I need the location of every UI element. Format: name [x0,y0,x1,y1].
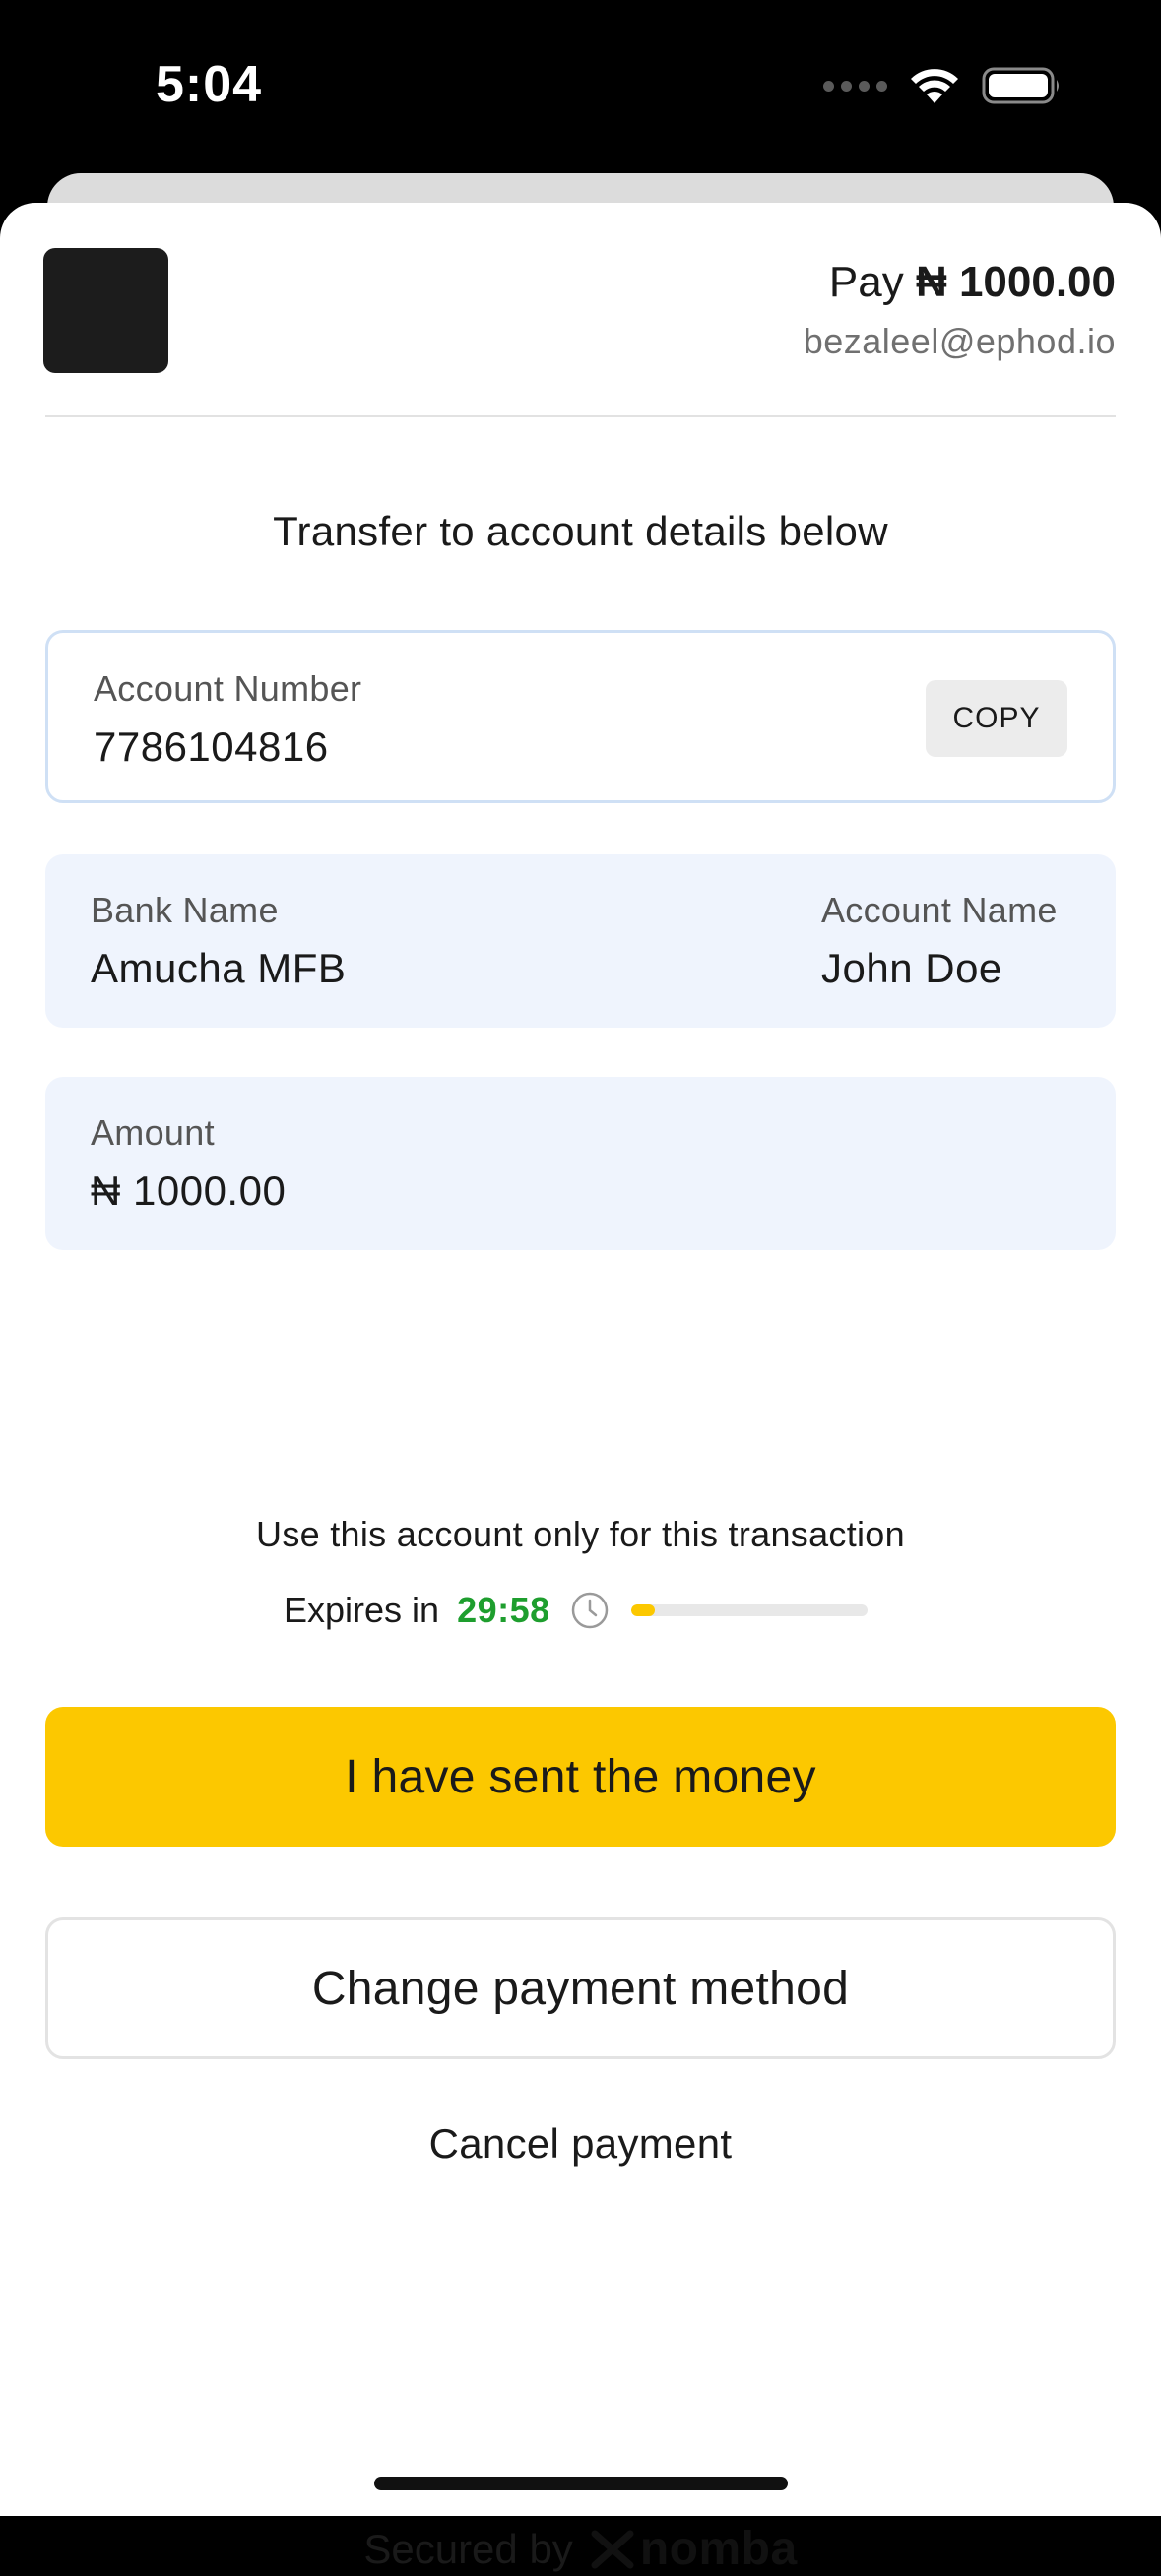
payment-sheet: Pay ₦ 1000.00 bezaleel@ephod.io Transfer… [0,203,1161,2575]
expiry-progress-bar [630,1604,868,1616]
bank-name-label: Bank Name [91,890,279,930]
amount-value: ₦ 1000.00 [91,1167,287,1214]
transfer-instruction: Transfer to account details below [273,508,888,554]
bank-name-value: Amucha MFB [91,945,347,991]
secured-by-text: Secured by [363,2525,573,2572]
secured-by-footer: Secured by nomba [0,2522,1161,2576]
clock-icon [571,1592,608,1629]
customer-email: bezaleel@ephod.io [803,321,1116,361]
account-name-value: John Doe [821,945,1002,991]
cancel-payment-button[interactable]: Cancel payment [0,2120,1161,2168]
account-number-card: Account Number 7786104816 COPY [45,630,1116,803]
status-bar: 5:04 [0,0,1161,175]
amount-label: Amount [91,1112,215,1153]
nomba-logo-icon [591,2530,634,2568]
expiry-countdown: 29:58 [457,1590,550,1630]
change-payment-method-button[interactable]: Change payment method [45,1917,1116,2059]
amount-block: Amount ₦ 1000.00 [91,1112,286,1215]
expiry-label: Expires in [284,1590,440,1630]
amount-card: Amount ₦ 1000.00 [45,1077,1116,1250]
account-name-label: Account Name [821,890,1058,930]
expiry-row: Expires in 29:58 [284,1585,868,1636]
pay-amount: ₦ 1000.00 [915,258,1116,306]
status-icons [823,63,1063,108]
status-time: 5:04 [156,56,263,113]
expiry-progress-fill [630,1604,655,1616]
signal-dots-icon [823,80,887,92]
bank-name-block: Bank Name Amucha MFB [91,890,346,992]
account-name-block: Account Name John Doe [821,890,1058,992]
pay-amount-header: Pay ₦ 1000.00 [829,258,1116,307]
copy-button[interactable]: COPY [926,680,1067,757]
bank-details-card: Bank Name Amucha MFB Account Name John D… [45,854,1116,1028]
header-divider [45,415,1116,417]
single-use-note: Use this account only for this transacti… [256,1514,905,1554]
sent-money-button[interactable]: I have sent the money [45,1707,1116,1847]
merchant-logo [43,248,168,373]
battery-icon [982,67,1059,104]
account-number-label: Account Number [94,668,362,709]
wifi-icon [911,69,958,103]
home-indicator [374,2477,788,2490]
nomba-brand-name: nomba [639,2523,798,2575]
account-number-block: Account Number 7786104816 [94,668,361,771]
account-number-value: 7786104816 [94,723,329,770]
pay-prefix: Pay [828,258,904,306]
